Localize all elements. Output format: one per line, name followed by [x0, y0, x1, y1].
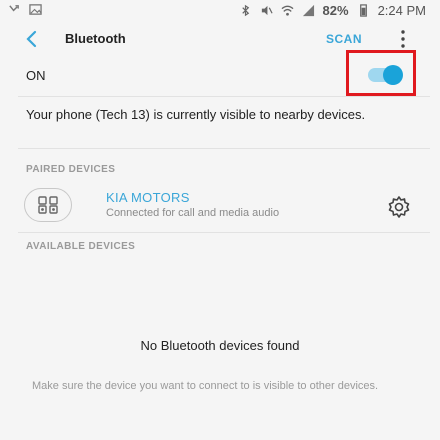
bluetooth-toggle-switch[interactable] — [368, 65, 403, 85]
more-options-icon[interactable] — [398, 28, 408, 50]
available-devices-header: AVAILABLE DEVICES — [26, 241, 136, 252]
toggle-knob — [383, 65, 403, 85]
divider — [18, 232, 430, 233]
car-audio-icon — [24, 188, 72, 222]
paired-device-item[interactable]: KIA MOTORS Connected for call and media … — [0, 186, 440, 226]
clock: 2:24 PM — [377, 3, 426, 18]
toggle-label: ON — [26, 68, 46, 83]
status-bar-right: 82% 2:24 PM — [239, 3, 426, 18]
paired-devices-header: PAIRED DEVICES — [26, 164, 116, 175]
image-icon — [29, 4, 42, 15]
mute-icon — [261, 5, 273, 16]
status-bar: 82% 2:24 PM — [0, 0, 440, 20]
divider — [18, 148, 430, 149]
status-bar-left — [8, 3, 42, 16]
scan-button[interactable]: SCAN — [326, 32, 362, 46]
signal-icon — [302, 4, 314, 17]
battery-percent: 82% — [322, 3, 349, 18]
divider — [18, 96, 430, 97]
wifi-icon — [281, 5, 294, 16]
empty-state-hint: Make sure the device you want to connect… — [32, 380, 379, 392]
bluetooth-icon — [241, 4, 249, 17]
back-arrow-icon[interactable] — [20, 27, 42, 51]
missed-call-icon — [9, 5, 19, 12]
empty-state-title: No Bluetooth devices found — [140, 338, 300, 353]
device-name: KIA MOTORS — [106, 190, 190, 205]
visibility-message: Your phone (Tech 13) is currently visibl… — [26, 107, 366, 122]
battery-icon — [359, 4, 367, 17]
device-status: Connected for call and media audio — [106, 207, 280, 219]
page-title: Bluetooth — [65, 31, 126, 46]
gear-icon[interactable] — [386, 194, 412, 220]
